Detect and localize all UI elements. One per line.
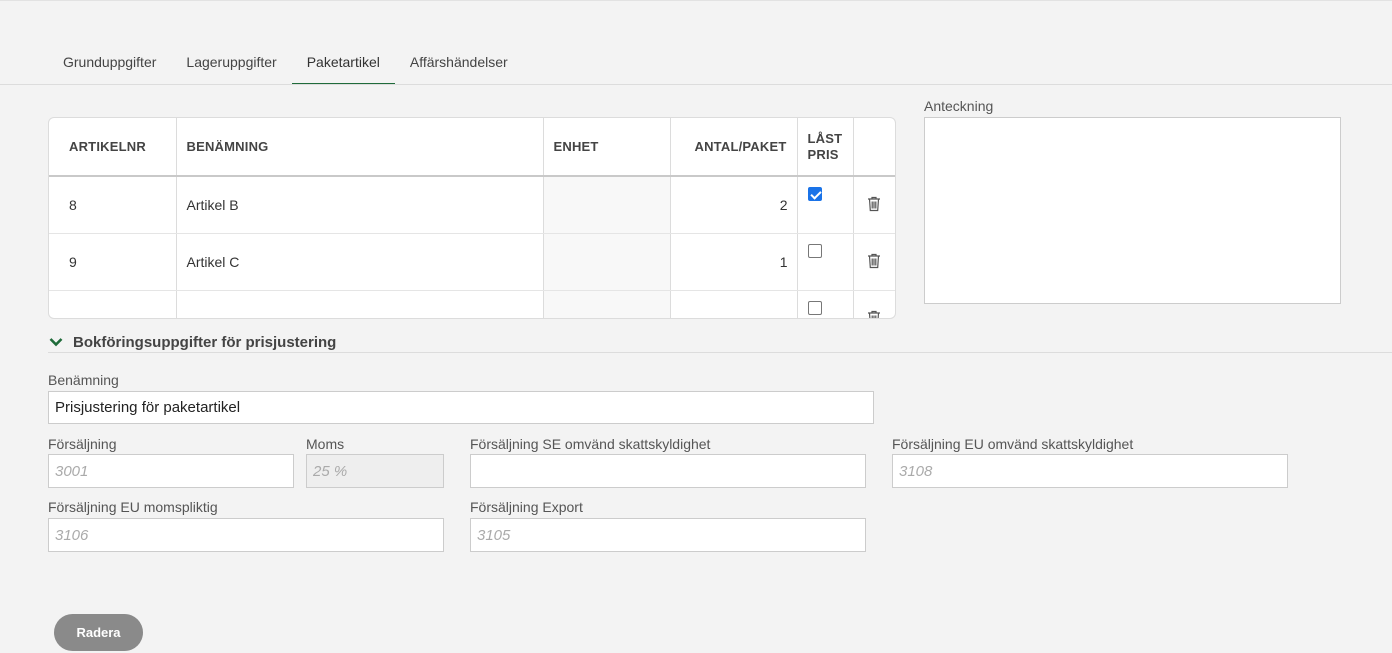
- forsaljning-eu-momspliktig-field[interactable]: [48, 518, 444, 552]
- tabs-divider: [0, 84, 1392, 85]
- cell-benamning[interactable]: Artikel B: [176, 176, 544, 234]
- cell-antal[interactable]: 1: [670, 233, 798, 291]
- section-title: Bokföringsuppgifter för prisjustering: [73, 333, 337, 351]
- tab-lageruppgifter[interactable]: Lageruppgifter: [171, 41, 291, 84]
- section-toggle-prisjustering[interactable]: Bokföringsuppgifter för prisjustering: [48, 332, 336, 352]
- trash-icon[interactable]: [867, 253, 881, 269]
- package-items-table: ARTIKELNR BENÄMNING ENHET ANTAL/PAKET LÅ…: [48, 117, 896, 319]
- forsaljning-eu-momspliktig-label: Försäljning EU momspliktig: [48, 499, 218, 515]
- forsaljning-export-label: Försäljning Export: [470, 499, 583, 515]
- forsaljning-field[interactable]: [48, 454, 294, 488]
- chevron-down-icon: [49, 338, 63, 347]
- column-header-last-pris[interactable]: LÅST PRIS: [797, 118, 854, 177]
- column-header-last-pris-line1: LÅST: [807, 130, 843, 146]
- note-label: Anteckning: [924, 98, 994, 114]
- forsaljning-export-field[interactable]: [470, 518, 866, 552]
- column-header-actions: [853, 118, 895, 177]
- forsaljning-eu-omvand-label: Försäljning EU omvänd skattskyldighet: [892, 436, 1134, 452]
- column-header-last-pris-line2: PRIS: [807, 146, 839, 162]
- trash-icon[interactable]: [867, 196, 881, 212]
- table-row: 9 Artikel C 1: [49, 233, 895, 291]
- moms-field: [306, 454, 444, 488]
- cell-benamning[interactable]: Artikel C: [176, 233, 544, 291]
- cell-artikelnr[interactable]: 9: [49, 233, 177, 291]
- last-pris-checkbox[interactable]: [807, 187, 822, 201]
- moms-label: Moms: [306, 436, 345, 452]
- note-textarea[interactable]: [924, 117, 1341, 304]
- last-pris-checkbox[interactable]: [807, 301, 822, 315]
- column-header-antal[interactable]: ANTAL/PAKET: [670, 118, 798, 177]
- cell-enhet: [543, 233, 671, 291]
- column-header-enhet[interactable]: ENHET: [543, 118, 671, 177]
- column-header-benamning[interactable]: BENÄMNING: [176, 118, 544, 177]
- delete-button[interactable]: Radera: [54, 614, 143, 651]
- tab-paketartikel[interactable]: Paketartikel: [291, 41, 395, 85]
- table-row: 8 Artikel B 2: [49, 176, 895, 234]
- cell-enhet: [543, 176, 671, 234]
- cell-artikelnr[interactable]: 8: [49, 176, 177, 234]
- forsaljning-se-omvand-label: Försäljning SE omvänd skattskyldighet: [470, 436, 711, 452]
- cell-benamning[interactable]: [176, 290, 544, 318]
- trash-icon[interactable]: [867, 310, 881, 320]
- last-pris-checkbox[interactable]: [807, 244, 822, 258]
- tab-bar: Grunduppgifter Lageruppgifter Paketartik…: [48, 41, 523, 85]
- benamning-field[interactable]: [48, 391, 874, 424]
- top-divider: [0, 0, 1392, 1]
- cell-antal[interactable]: 2: [670, 176, 798, 234]
- section-divider: [48, 352, 1392, 353]
- cell-artikelnr[interactable]: [49, 290, 177, 318]
- table-row: [49, 290, 895, 320]
- cell-enhet: [543, 290, 671, 318]
- tab-grunduppgifter[interactable]: Grunduppgifter: [48, 41, 171, 84]
- forsaljning-eu-omvand-field[interactable]: [892, 454, 1288, 488]
- forsaljning-se-omvand-field[interactable]: [470, 454, 866, 488]
- column-header-artikelnr[interactable]: ARTIKELNR: [49, 118, 177, 177]
- benamning-label: Benämning: [48, 372, 119, 388]
- table-header-row: ARTIKELNR BENÄMNING ENHET ANTAL/PAKET LÅ…: [49, 118, 895, 177]
- forsaljning-label: Försäljning: [48, 436, 117, 452]
- tab-affarshandelser[interactable]: Affärshändelser: [395, 41, 523, 84]
- cell-antal[interactable]: [670, 290, 798, 318]
